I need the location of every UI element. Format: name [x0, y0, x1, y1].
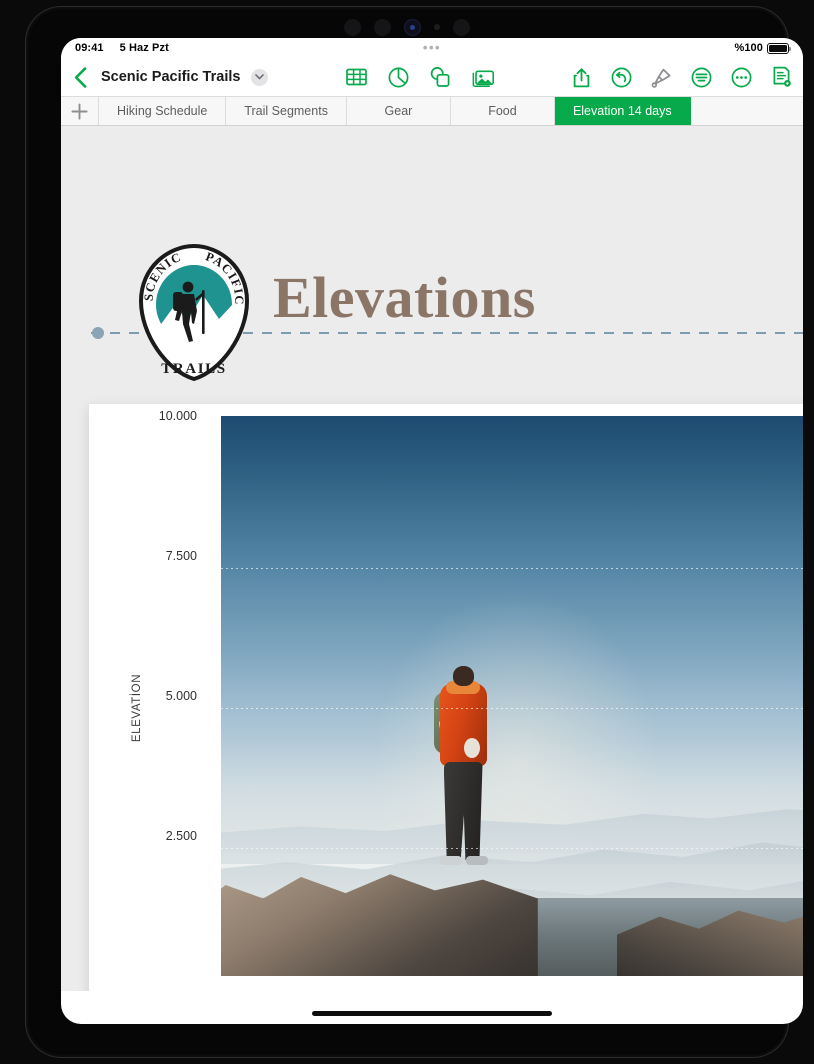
- y-tick-label: 5.000: [165, 689, 197, 703]
- text-format-icon[interactable]: [691, 66, 713, 88]
- shape-icon[interactable]: [430, 66, 452, 88]
- gridline-5000: [221, 708, 803, 709]
- hiker-shoe-right: [465, 855, 488, 865]
- sheet-tab-trail-segments[interactable]: Trail Segments: [226, 97, 347, 125]
- media-icon[interactable]: [472, 66, 494, 88]
- sensor-dot: [453, 18, 470, 36]
- status-bar-right: %100: [734, 42, 791, 54]
- status-bar-left: 09:41 5 Haz Pzt: [75, 42, 169, 54]
- document-title[interactable]: Scenic Pacific Trails: [101, 69, 240, 85]
- status-bar: 09:41 5 Haz Pzt ••• %100: [61, 38, 803, 58]
- spreadsheet-canvas[interactable]: TRAILS SCENIC PACIFIC Elevations ELEVATİ…: [61, 126, 803, 991]
- add-sheet-button[interactable]: [61, 97, 99, 125]
- chevron-down-icon[interactable]: [251, 68, 269, 86]
- format-brush-icon[interactable]: [651, 66, 673, 88]
- document-options-icon[interactable]: [771, 66, 793, 88]
- chart-icon[interactable]: [388, 66, 410, 88]
- chart-plot-area[interactable]: [221, 416, 803, 976]
- gridline-2500: [221, 848, 803, 849]
- y-axis-ticks: 10.000 7.500 5.000 2.500: [111, 404, 197, 991]
- insert-tools-group: [346, 66, 494, 88]
- undo-icon[interactable]: [611, 66, 633, 88]
- front-camera-array: [327, 14, 487, 40]
- share-icon[interactable]: [571, 66, 593, 88]
- device-screen: 09:41 5 Haz Pzt ••• %100 Scenic Pacific …: [61, 38, 803, 1024]
- sensor-dot: [374, 18, 391, 36]
- table-icon[interactable]: [346, 66, 368, 88]
- elevation-chart[interactable]: ELEVATİON 10.000 7.500 5.000 2.500: [89, 404, 803, 991]
- badge-bottom-text: TRAILS: [161, 361, 226, 377]
- sheet-tab-elevation-14-days[interactable]: Elevation 14 days: [554, 97, 691, 125]
- status-time: 09:41: [75, 42, 104, 54]
- battery-level-fill: [769, 44, 787, 52]
- sheet-tab-gear[interactable]: Gear: [346, 97, 451, 125]
- ambient-light-sensor: [434, 24, 440, 30]
- y-tick-label: 10.000: [158, 409, 197, 423]
- hiker-shoe-left: [439, 855, 462, 865]
- chart-image-fill: [221, 416, 803, 976]
- battery-icon: [767, 42, 791, 54]
- gridline-7500: [221, 568, 803, 569]
- scenic-pacific-trails-badge[interactable]: TRAILS SCENIC PACIFIC: [133, 243, 255, 383]
- y-tick-label: 7.500: [165, 549, 197, 563]
- app-toolbar: Scenic Pacific Trails: [61, 58, 803, 96]
- sheet-header-block: TRAILS SCENIC PACIFIC Elevations: [61, 126, 803, 382]
- toolbar-left-group: Scenic Pacific Trails: [67, 62, 269, 92]
- sheet-tab-hiking-schedule[interactable]: Hiking Schedule: [99, 97, 227, 125]
- hiker-legs: [443, 761, 483, 860]
- selection-handle[interactable]: [92, 327, 104, 339]
- front-camera-lens: [404, 18, 421, 36]
- action-tools-group: [571, 66, 793, 88]
- page-title[interactable]: Elevations: [273, 264, 536, 331]
- status-date: 5 Haz Pzt: [119, 42, 169, 54]
- battery-percent-label: %100: [734, 42, 763, 54]
- y-tick-label: 2.500: [165, 829, 197, 843]
- multitasking-handle[interactable]: •••: [423, 40, 441, 55]
- ipad-device: 09:41 5 Haz Pzt ••• %100 Scenic Pacific …: [0, 0, 814, 1064]
- back-button[interactable]: [67, 62, 93, 92]
- more-icon[interactable]: [731, 66, 753, 88]
- sheet-tab-food[interactable]: Food: [450, 97, 555, 125]
- hiker-water-bottle: [463, 737, 480, 758]
- sheet-tab-bar: Hiking Schedule Trail Segments Gear Food…: [61, 96, 803, 126]
- device-bezel: 09:41 5 Haz Pzt ••• %100 Scenic Pacific …: [25, 6, 803, 1058]
- home-indicator[interactable]: [312, 1011, 552, 1016]
- hiker-head: [452, 665, 474, 686]
- hiker-jacket: [439, 682, 487, 766]
- sensor-dot: [344, 18, 361, 36]
